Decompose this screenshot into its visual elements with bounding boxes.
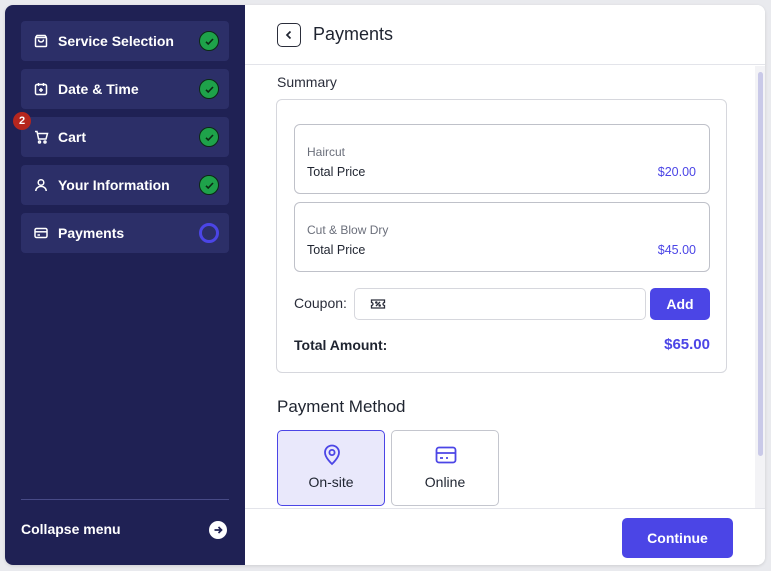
payment-option-label: On-site	[308, 474, 354, 490]
step-label: Service Selection	[58, 33, 174, 49]
step-label: Your Information	[58, 177, 170, 193]
back-button[interactable]	[277, 23, 301, 47]
add-coupon-button[interactable]: Add	[650, 288, 710, 320]
current-step-ring-icon	[199, 223, 219, 243]
payment-option-on-site[interactable]: On-site	[277, 430, 385, 506]
total-price-label: Total Price	[307, 165, 366, 179]
credit-card-icon	[434, 443, 458, 467]
main-panel: Payments Summary Haircut Total Price $20…	[245, 5, 765, 565]
sidebar: Service Selection Date & Time 2 Cart You…	[5, 5, 245, 565]
service-item-card: Cut & Blow Dry Total Price $45.00	[294, 202, 710, 272]
completed-check-icon	[199, 79, 219, 99]
chevron-left-icon	[285, 30, 292, 40]
completed-check-icon	[199, 175, 219, 195]
booking-app: Service Selection Date & Time 2 Cart You…	[5, 5, 765, 565]
content-area: Summary Haircut Total Price $20.00 Cut &…	[245, 66, 765, 508]
collapse-menu-button[interactable]: Collapse menu	[21, 517, 229, 543]
step-label: Payments	[58, 225, 125, 241]
credit-card-icon	[33, 225, 49, 241]
total-price-label: Total Price	[307, 243, 366, 257]
completed-check-icon	[199, 31, 219, 51]
scrollbar-thumb[interactable]	[758, 72, 763, 456]
coupon-label: Coupon:	[294, 295, 347, 311]
total-amount-label: Total Amount:	[294, 337, 388, 353]
footer: Continue	[245, 508, 765, 565]
payment-option-online[interactable]: Online	[391, 430, 499, 506]
service-price: $45.00	[657, 243, 696, 257]
step-date-time[interactable]: Date & Time	[21, 69, 229, 109]
header: Payments	[245, 5, 765, 65]
cart-icon	[33, 129, 49, 145]
service-name: Cut & Blow Dry	[307, 223, 389, 237]
payment-option-label: Online	[424, 474, 466, 490]
coupon-input[interactable]	[395, 293, 635, 315]
step-cart[interactable]: 2 Cart	[13, 112, 229, 157]
payment-method-title: Payment Method	[277, 397, 406, 416]
user-icon	[33, 177, 49, 193]
collapse-menu-label: Collapse menu	[21, 521, 121, 537]
continue-button[interactable]: Continue	[622, 518, 733, 558]
step-payments[interactable]: Payments	[21, 213, 229, 253]
location-pin-icon	[320, 443, 344, 467]
page-title: Payments	[313, 24, 394, 44]
service-name: Haircut	[307, 145, 346, 159]
step-your-information[interactable]: Your Information	[21, 165, 229, 205]
step-label: Date & Time	[58, 81, 139, 97]
summary-box: Haircut Total Price $20.00 Cut & Blow Dr…	[276, 99, 727, 373]
total-amount-value: $65.00	[664, 336, 710, 353]
service-item-card: Haircut Total Price $20.00	[294, 124, 710, 194]
cart-count-badge: 2	[13, 112, 31, 130]
sidebar-divider	[21, 499, 229, 500]
step-service-selection[interactable]: Service Selection	[21, 21, 229, 61]
calendar-icon	[33, 81, 49, 97]
completed-check-icon	[199, 127, 219, 147]
summary-label: Summary	[277, 74, 337, 90]
service-price: $20.00	[657, 165, 696, 179]
ticket-icon	[370, 297, 386, 316]
scrollbar[interactable]	[755, 66, 765, 508]
shopping-bag-icon	[33, 33, 49, 49]
arrow-right-icon	[209, 521, 227, 539]
step-label: Cart	[58, 129, 87, 145]
coupon-field[interactable]	[354, 288, 646, 320]
